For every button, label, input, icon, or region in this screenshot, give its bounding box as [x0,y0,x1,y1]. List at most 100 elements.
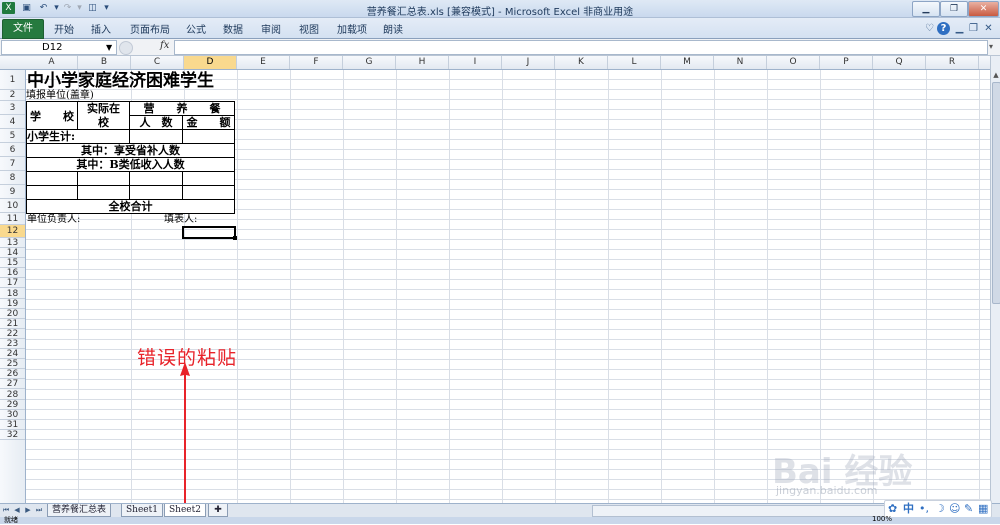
column-header-l[interactable]: L [608,56,661,69]
column-header-g[interactable]: G [343,56,396,69]
row-header-22[interactable]: 22 [0,329,25,339]
row-header-8[interactable]: 8 [0,171,25,185]
tab-review[interactable]: 审阅 [261,21,281,36]
cell-school[interactable]: 学 校 [26,101,78,130]
row-header-28[interactable]: 28 [0,390,25,400]
cell-r9-a[interactable] [26,185,78,200]
row-header-19[interactable]: 19 [0,299,25,309]
cell-count[interactable]: 人 数 [129,115,183,130]
ribbon-minimize-icon[interactable]: ▁ [953,22,966,35]
cell-r9-c[interactable] [129,185,183,200]
row-header-13[interactable]: 13 [0,238,25,249]
row-header-9[interactable]: 9 [0,185,25,199]
row-header-10[interactable]: 10 [0,199,25,213]
column-header-c[interactable]: C [131,56,184,69]
column-header-r[interactable]: R [926,56,979,69]
row-header-30[interactable]: 30 [0,410,25,420]
column-header-a[interactable]: A [26,56,78,69]
scroll-up-icon[interactable]: ▲ [992,70,1000,80]
skin-icon[interactable]: ✎ [964,501,973,517]
row-header-18[interactable]: 18 [0,289,25,299]
tab-page-layout[interactable]: 页面布局 [130,21,170,36]
sheet-tab-sheet1[interactable]: Sheet1 [121,504,163,517]
column-header-h[interactable]: H [396,56,449,69]
row-header-2[interactable]: 2 [0,90,25,101]
cell-title[interactable]: 中小学家庭经济困难学生 [27,70,237,92]
workbook-close-icon[interactable]: ✕ [982,22,995,35]
cell-unit[interactable]: 填报单位(盖章) [26,90,131,101]
smile-icon[interactable]: ☺ [949,501,960,517]
insert-sheet-icon[interactable]: ✚ [208,504,228,517]
column-header-p[interactable]: P [820,56,873,69]
row-header-11[interactable]: 11 [0,213,25,225]
row-header-14[interactable]: 14 [0,248,25,259]
cell-total[interactable]: 全校合计 [26,199,235,214]
row-header-27[interactable]: 27 [0,379,25,390]
column-header-q[interactable]: Q [873,56,926,69]
tab-speak[interactable]: 朗读 [383,21,403,36]
punctuation-icon[interactable]: •, [919,501,929,517]
row-header-7[interactable]: 7 [0,157,25,171]
last-sheet-icon[interactable]: ⏭ [35,505,43,516]
row-header-6[interactable]: 6 [0,143,25,157]
name-box[interactable]: D12 ▼ [1,40,117,55]
fx-icon[interactable]: fx [160,40,169,51]
row-header-1[interactable]: 1 [0,70,25,90]
cell-subtotal[interactable]: 小学生计: [26,129,130,144]
cell-actual[interactable]: 实际在 校 [77,101,130,130]
cell-typeb[interactable]: 其中：B类低收入人数 [26,157,235,172]
column-header-b[interactable]: B [78,56,131,69]
grid-icon[interactable]: ▦ [978,501,988,517]
row-header-20[interactable]: 20 [0,309,25,319]
fill-handle[interactable] [233,236,237,240]
row-header-25[interactable]: 25 [0,359,25,370]
tab-file[interactable]: 文件 [2,19,44,39]
cell-subsidy[interactable]: 其中：享受省补人数 [26,143,235,158]
column-header-o[interactable]: O [767,56,820,69]
column-header-f[interactable]: F [290,56,343,69]
scroll-thumb[interactable] [992,82,1000,304]
tab-insert[interactable]: 插入 [91,21,111,36]
sheet-tab-sheet2[interactable]: Sheet2 [164,504,206,517]
restore-button[interactable]: ❐ [940,1,968,17]
cell-filler[interactable]: 填表人: [164,214,224,226]
column-header-m[interactable]: M [661,56,714,69]
tab-data[interactable]: 数据 [223,21,243,36]
close-button[interactable]: ✕ [968,1,999,17]
cell-amount[interactable]: 金 额 [182,115,235,130]
column-header-d[interactable]: D [184,56,237,69]
row-header-17[interactable]: 17 [0,278,25,289]
row-header-31[interactable]: 31 [0,420,25,430]
cell-grid[interactable]: 中小学家庭经济困难学生 填报单位(盖章) 学 校 实际在 校 营 养 餐 人 数… [26,70,990,503]
formula-input[interactable] [174,40,988,55]
row-header-32[interactable]: 32 [0,430,25,440]
row-header-29[interactable]: 29 [0,400,25,410]
sheet-tab-summary[interactable]: 营养餐汇总表 [47,504,112,517]
cell-r9-b[interactable] [77,185,130,200]
formula-bar-resize-icon[interactable] [119,41,133,55]
column-header-e[interactable]: E [237,56,290,69]
cell-head[interactable]: 单位负责人: [27,214,127,226]
row-header-3[interactable]: 3 [0,101,25,115]
row-header-24[interactable]: 24 [0,349,25,360]
heart-icon[interactable]: ♡ [923,22,936,35]
cell-r5-d[interactable] [182,129,235,144]
row-header-16[interactable]: 16 [0,268,25,279]
cell-meal[interactable]: 营 养 餐 [129,101,235,116]
next-sheet-icon[interactable]: ▶ [24,505,32,516]
minimize-button[interactable]: ▁ [912,1,940,17]
cell-r9-d[interactable] [182,185,235,200]
cell-r8-d[interactable] [182,171,235,186]
row-header-12[interactable]: 12 [0,225,25,238]
zoom-level[interactable]: 100% [872,515,892,523]
expand-formula-icon[interactable]: ▾ [989,42,993,51]
cell-r8-b[interactable] [77,171,130,186]
help-icon[interactable]: ? [937,22,950,35]
ime-toolbar[interactable]: ✿ 中 •, ☽ ☺ ✎ ▦ [884,500,992,518]
row-header-15[interactable]: 15 [0,258,25,269]
column-header-k[interactable]: K [555,56,608,69]
row-header-5[interactable]: 5 [0,129,25,143]
moon-icon[interactable]: ☽ [935,501,945,517]
workbook-restore-icon[interactable]: ❐ [967,22,980,35]
tab-addins[interactable]: 加载项 [337,21,367,36]
